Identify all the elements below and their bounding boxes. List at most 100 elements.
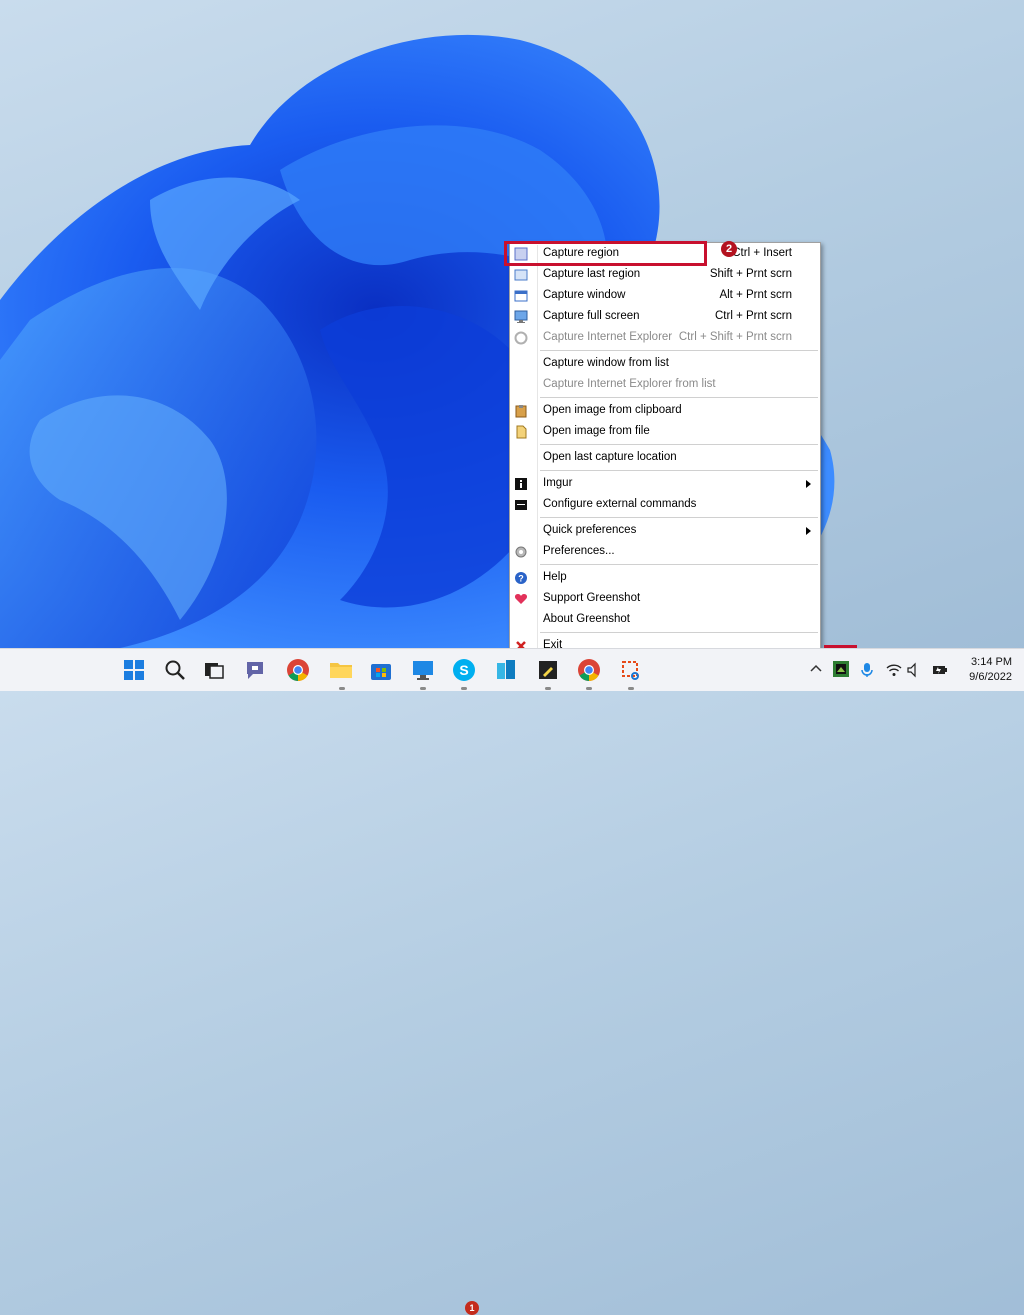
menu-item-capture-window[interactable]: Capture window Alt + Prnt scrn: [510, 286, 820, 306]
menu-item-quick-preferences[interactable]: Quick preferences: [510, 521, 820, 541]
info-icon: [514, 477, 528, 491]
menu-item-shortcut: Shift + Prnt scrn: [709, 268, 792, 280]
menu-item-label: Configure external commands: [543, 498, 697, 510]
chrome-button-2[interactable]: [576, 657, 602, 683]
chat-icon: [247, 662, 263, 679]
sticky-notes-button[interactable]: [535, 657, 561, 683]
microphone-icon: [861, 663, 873, 677]
system-clock[interactable]: 3:14 PM 9/6/2022: [969, 655, 1012, 685]
running-indicator: [420, 687, 426, 690]
chevron-up-icon: [810, 664, 822, 672]
svg-text:?: ?: [518, 574, 524, 584]
menu-item-label: Capture Internet Explorer: [543, 331, 673, 343]
volume-tray-icon[interactable]: [906, 662, 922, 678]
menu-item-configure-external-commands[interactable]: Configure external commands: [510, 495, 820, 515]
svg-text:S: S: [459, 662, 468, 678]
submenu-arrow-icon: [806, 480, 811, 488]
menu-separator: [540, 564, 818, 565]
menu-item-label: Preferences...: [543, 545, 615, 557]
capture-region-highlight: [504, 241, 707, 266]
window-icon: [514, 289, 528, 303]
show-hidden-icons-button[interactable]: [808, 660, 824, 676]
chrome-icon: [287, 659, 309, 681]
folder-icon: [330, 663, 352, 678]
help-icon: ?: [514, 571, 528, 585]
menu-item-open-last-capture-location[interactable]: Open last capture location: [510, 448, 820, 468]
menu-separator: [540, 350, 818, 351]
start-button[interactable]: [121, 657, 147, 683]
menu-item-imgur[interactable]: Imgur: [510, 474, 820, 494]
skype-notification-badge: 1: [465, 1301, 479, 1315]
menu-item-about-greenshot[interactable]: About Greenshot: [510, 610, 820, 630]
greenshot-tray-icon[interactable]: [832, 660, 850, 678]
submenu-arrow-icon: [806, 527, 811, 535]
menu-separator: [540, 397, 818, 398]
ie-icon: [514, 331, 528, 345]
menu-item-label: Capture last region: [543, 268, 641, 280]
greenshot-context-menu: Capture region Ctrl + Insert Capture las…: [509, 242, 821, 658]
store-button[interactable]: [368, 657, 394, 683]
menu-item-preferences[interactable]: Preferences...: [510, 542, 820, 562]
file-explorer-button[interactable]: [328, 657, 354, 683]
app-button[interactable]: [493, 657, 519, 683]
skype-icon: S: [453, 659, 475, 681]
menu-item-open-file[interactable]: Open image from file: [510, 422, 820, 442]
menu-item-label: Capture window: [543, 289, 626, 301]
menu-item-capture-full-screen[interactable]: Capture full screen Ctrl + Prnt scrn: [510, 307, 820, 327]
monitor-icon: [514, 310, 528, 324]
gear-icon: [514, 545, 528, 559]
running-indicator: [461, 687, 467, 690]
running-indicator: [545, 687, 551, 690]
taskbar: S 1 3:14 PM 9/6/2022: [0, 648, 1024, 1315]
file-icon: [514, 425, 528, 439]
clipboard-icon: [514, 404, 528, 418]
greenshot-icon: [833, 661, 849, 677]
teams-chat-button[interactable]: [243, 657, 269, 683]
chrome-button[interactable]: [285, 657, 311, 683]
notes-icon: [539, 661, 557, 679]
menu-item-support-greenshot[interactable]: Support Greenshot: [510, 589, 820, 609]
menu-item-help[interactable]: ? Help: [510, 568, 820, 588]
task-view-icon: [205, 663, 224, 679]
menu-item-label: Capture Internet Explorer from list: [543, 378, 716, 390]
menu-item-label: Capture window from list: [543, 357, 669, 369]
skype-button[interactable]: S: [451, 657, 477, 683]
app-icon: [497, 660, 515, 679]
heart-icon: [514, 592, 528, 606]
menu-separator: [540, 517, 818, 518]
windows-logo-icon: [124, 660, 144, 680]
microphone-tray-icon[interactable]: [859, 662, 875, 678]
speaker-icon: [907, 662, 916, 678]
scissors-icon: [622, 661, 639, 680]
clock-time: 3:14 PM: [971, 656, 1012, 668]
running-indicator: [628, 687, 634, 690]
menu-item-shortcut: Alt + Prnt scrn: [719, 289, 792, 301]
wifi-tray-icon[interactable]: [886, 662, 902, 678]
menu-item-label: Help: [543, 571, 567, 583]
menu-item-label: Open image from clipboard: [543, 404, 682, 416]
menu-item-label: Open image from file: [543, 425, 650, 437]
step-2-badge: 2: [721, 241, 737, 257]
menu-item-capture-window-from-list[interactable]: Capture window from list: [510, 354, 820, 374]
battery-tray-icon[interactable]: [932, 662, 948, 678]
cmd-icon: [514, 498, 528, 512]
menu-item-capture-ie: Capture Internet Explorer Ctrl + Shift +…: [510, 328, 820, 348]
menu-item-label: Capture full screen: [543, 310, 640, 322]
monitor-icon: [413, 661, 433, 680]
menu-item-label: Quick preferences: [543, 524, 637, 536]
menu-item-label: Support Greenshot: [543, 592, 641, 604]
menu-separator: [540, 470, 818, 471]
menu-item-open-clipboard[interactable]: Open image from clipboard: [510, 401, 820, 421]
menu-item-capture-last-region[interactable]: Capture last region Shift + Prnt scrn: [510, 265, 820, 285]
task-view-button[interactable]: [201, 657, 227, 683]
menu-item-shortcut: Ctrl + Insert: [732, 247, 792, 259]
snipping-tool-button[interactable]: [618, 657, 644, 683]
running-indicator: [586, 687, 592, 690]
menu-separator: [540, 444, 818, 445]
search-icon: [165, 660, 185, 680]
last-region-icon: [514, 268, 528, 282]
wifi-icon: [886, 664, 902, 676]
remote-desktop-button[interactable]: [410, 657, 436, 683]
search-button[interactable]: [162, 657, 188, 683]
running-indicator: [339, 687, 345, 690]
